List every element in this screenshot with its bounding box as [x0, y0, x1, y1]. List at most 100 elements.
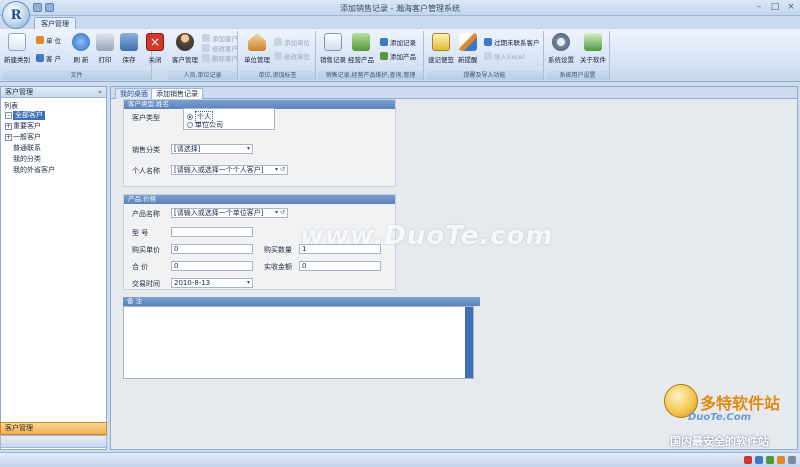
customer-panel: 客户类型,姓名 客户类型 个人 单位公司 销售分类 [请选择] ▾ 个人名称 [… [123, 99, 396, 187]
close-icon[interactable]: × [786, 2, 796, 12]
sales-category-select[interactable]: [请选择] ▾ [171, 144, 253, 154]
product-name-combo[interactable]: [请输入或选择一个单位客户] ▾ ↺ [171, 208, 288, 218]
window-controls: – □ × [754, 2, 796, 12]
ribbon-group-system: 系统设置 关于软件 系统用户设置 [546, 31, 610, 80]
title-bar: 添加销售记录 - 瀚海客户管理系统 – □ × [0, 0, 800, 16]
total-input[interactable]: 0 [171, 261, 253, 271]
save-button[interactable]: 保存 [120, 33, 138, 64]
tree-item-general[interactable]: 一般客户 [13, 133, 41, 142]
unit-button[interactable]: 单 位 [36, 35, 61, 45]
floppy-icon [120, 33, 138, 51]
product-add-icon [380, 52, 388, 60]
expand-icon[interactable]: - [5, 112, 12, 119]
customer-management-button[interactable]: 客户管理 [172, 33, 198, 64]
add-unit-button[interactable]: 添加单位 [274, 37, 310, 47]
notes-scrollbar[interactable] [465, 307, 473, 378]
import-excel-button[interactable]: 导入Excel [484, 51, 524, 61]
tray-settings-icon[interactable] [788, 456, 796, 464]
tray-app-icon[interactable] [744, 456, 752, 464]
unit-price-label: 购买单价 [132, 246, 160, 254]
edit-unit-button[interactable]: 修改单位 [274, 51, 310, 61]
delete-customer-button[interactable]: 删除客户 [202, 53, 238, 63]
expand-icon[interactable]: + [5, 134, 12, 141]
add-customer-button[interactable]: 添加客户 [202, 33, 238, 43]
minimize-icon[interactable]: – [754, 2, 764, 12]
tab-customer-management[interactable]: 客户管理 [34, 17, 76, 29]
house-icon [248, 33, 266, 51]
overdue-customers-button[interactable]: 过期未联系客户 [484, 37, 540, 47]
tray-volume-icon[interactable] [777, 456, 785, 464]
tree-title: 列表 [4, 102, 18, 110]
close-button[interactable]: × 关闭 [146, 33, 164, 64]
tray-input-icon[interactable] [755, 456, 763, 464]
unit-management-button[interactable]: 单位管理 [244, 33, 270, 64]
sales-category-label: 销售分类 [132, 146, 160, 154]
ribbon-group-file: 新建类别 单 位 客 户 刷 新 打印 保存 文件 [2, 31, 152, 80]
gear-icon [552, 33, 570, 51]
group-label-sales: 销售记录,经营产品维护,查询,管理 [318, 71, 423, 80]
expand-icon[interactable]: + [5, 123, 12, 130]
building-icon [36, 36, 44, 44]
add-record-button[interactable]: 添加记录 [380, 37, 416, 47]
system-settings-button[interactable]: 系统设置 [548, 33, 574, 64]
sidebar: 客户管理 « 列表 - 全部客户 + 重要客户 + 一般客户 普通联系 我的分类… [0, 86, 107, 450]
refresh-button[interactable]: 刷 新 [72, 33, 90, 64]
group-label-units: 单位,添加标签 [240, 71, 315, 80]
new-document-icon [8, 33, 26, 51]
quantity-label: 购买数量 [264, 246, 292, 254]
tab-my-desktop[interactable]: 我的桌面 [115, 88, 153, 99]
building-add-icon [274, 38, 282, 46]
ribbon-group-persons: 客户管理 添加客户 修改客户 删除客户 人员,单位记录 [168, 31, 238, 80]
print-button[interactable]: 打印 [96, 33, 114, 64]
tab-add-sales-record[interactable]: 添加销售记录 [151, 88, 203, 99]
notes-panel: 备 注 [123, 297, 480, 391]
users-clock-icon [484, 38, 492, 46]
ribbon-group-reminders: 速记便签 新提醒 过期未联系客户 导入Excel 提醒及导入功能 [426, 31, 544, 80]
user-add-icon [202, 34, 210, 42]
new-reminder-button[interactable]: 新提醒 [458, 33, 478, 64]
group-label-reminders: 提醒及导入功能 [426, 71, 543, 80]
sales-records-button[interactable]: 销售记录 [320, 33, 346, 64]
customer-tree: - 全部客户 + 重要客户 + 一般客户 普通联系 我的分类 我的外省客户 [1, 111, 106, 181]
refresh-icon [72, 33, 90, 51]
amount-paid-label: 实收金额 [264, 263, 292, 271]
record-add-icon [380, 38, 388, 46]
nav-pane-customer-management[interactable]: 客户管理 [0, 422, 107, 435]
edit-customer-button[interactable]: 修改客户 [202, 43, 238, 53]
new-category-button[interactable]: 新建类别 [4, 33, 30, 64]
app-menu-orb[interactable]: R [2, 1, 30, 29]
excel-icon [484, 52, 492, 60]
individual-name-label: 个人名称 [132, 167, 160, 175]
site-logo-tagline: 国内最安全的软件站 [670, 435, 769, 448]
trade-date-picker[interactable]: 2010-8-13 ▾ [171, 278, 253, 288]
maximize-icon[interactable]: □ [770, 2, 780, 12]
trade-date-label: 交易时间 [132, 280, 160, 288]
customer-type-radio-group: 个人 单位公司 [183, 108, 275, 130]
group-label-file: 文件 [2, 71, 151, 80]
products-button[interactable]: 经营产品 [348, 33, 374, 64]
amount-paid-input[interactable]: 0 [299, 261, 381, 271]
window-title: 添加销售记录 - 瀚海客户管理系统 [340, 4, 460, 13]
tree-item-ordinary-contact[interactable]: 普通联系 [13, 144, 41, 153]
about-button[interactable]: 关于软件 [580, 33, 606, 64]
radio-company[interactable]: 单位公司 [187, 120, 223, 130]
tray-network-icon[interactable] [766, 456, 774, 464]
records-list-icon [324, 33, 342, 51]
add-product-button[interactable]: 添加产品 [380, 51, 416, 61]
tree-item-other-province[interactable]: 我的外省客户 [13, 166, 55, 175]
notes-textarea[interactable] [123, 306, 474, 379]
tree-item-all-customers[interactable]: 全部客户 [13, 111, 45, 120]
group-label-system: 系统用户设置 [546, 71, 609, 80]
quick-notes-button[interactable]: 速记便签 [428, 33, 454, 64]
customer-button[interactable]: 客 户 [36, 53, 61, 63]
pencil-icon [458, 33, 477, 51]
unit-price-input[interactable]: 0 [171, 244, 253, 254]
tree-item-important[interactable]: 重要客户 [13, 122, 41, 131]
individual-name-combo[interactable]: [请输入或选择一个个人客户] ▾ ↺ [171, 165, 288, 175]
tree-item-my-category[interactable]: 我的分类 [13, 155, 41, 164]
model-input[interactable] [171, 227, 253, 237]
user-edit-icon [202, 44, 210, 52]
collapse-icon[interactable]: « [98, 87, 102, 98]
ribbon: 新建类别 单 位 客 户 刷 新 打印 保存 文件 × 关闭 客户管理 添加客户… [0, 29, 800, 82]
site-logo-subtitle: DuoTe.Com [688, 412, 752, 423]
